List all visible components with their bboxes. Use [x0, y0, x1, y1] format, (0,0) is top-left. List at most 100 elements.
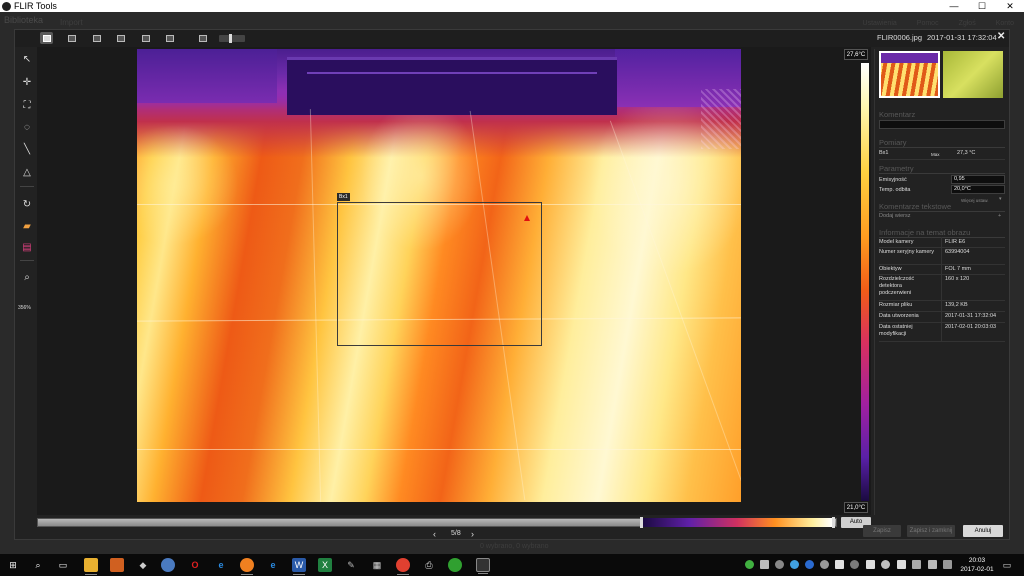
edge-icon[interactable]: e — [266, 558, 280, 572]
app-orange-icon[interactable] — [240, 558, 254, 575]
tray-device-icon[interactable] — [760, 560, 769, 569]
thermal-cabinet-base — [287, 57, 617, 115]
fusion-icon — [198, 34, 207, 42]
info-value-serial: 63994004 — [945, 249, 970, 255]
palette-tool[interactable]: ▰ — [19, 218, 35, 234]
pip-view-icon — [141, 34, 150, 42]
tray-cloud-icon[interactable] — [790, 560, 799, 569]
spot-tool[interactable]: ✛ — [19, 74, 35, 90]
scale-min-value[interactable]: 21,0°C — [844, 502, 868, 513]
maximize-button[interactable]: ☐ — [968, 0, 996, 12]
measurement-box-label: Bx1 — [337, 193, 350, 201]
thermal-thumbnail[interactable] — [879, 51, 940, 98]
view-photo-button[interactable] — [163, 32, 176, 44]
opera-icon[interactable]: O — [188, 558, 202, 572]
tray-status-icon[interactable] — [745, 560, 754, 569]
view-blend-button[interactable] — [114, 32, 127, 44]
color-bars-icon: ▤ — [22, 241, 32, 253]
reflected-temp-input[interactable]: 20,0°C — [951, 185, 1005, 194]
dropbox-icon[interactable]: ◆ — [136, 558, 150, 572]
view-msx-button[interactable] — [90, 32, 103, 44]
tray-keyboard-icon[interactable] — [912, 560, 921, 569]
clock-time: 20:03 — [968, 557, 986, 564]
tool-separator — [20, 186, 34, 187]
view-visual-button[interactable] — [65, 32, 78, 44]
excel-icon[interactable]: X — [318, 558, 332, 572]
task-view-icon[interactable]: ▭ — [56, 558, 70, 572]
app-green-icon[interactable] — [448, 558, 462, 572]
tool-palette: ↖ ✛ ⛶ ◌ ╲ △ ↻ ▰ ▤ ⌕ 356% — [17, 49, 37, 514]
minimize-button[interactable]: — — [940, 0, 968, 12]
zoom-tool[interactable]: ⌕ — [19, 269, 35, 285]
previous-image-button[interactable]: ‹ — [433, 529, 436, 539]
taskbar-clock[interactable]: 20:03 2017-02-01 — [960, 556, 994, 574]
internet-explorer-icon[interactable]: e — [214, 558, 228, 572]
tools-app-icon[interactable]: ✎ — [344, 558, 358, 572]
save-button[interactable]: Zapisz — [863, 525, 901, 537]
visual-view-icon — [67, 34, 76, 42]
fusion-slider-knob[interactable] — [229, 34, 232, 43]
level-span-min-handle[interactable] — [640, 517, 643, 528]
notifications-icon[interactable]: ▭ — [1000, 558, 1014, 572]
printer-icon[interactable]: ⎙ — [422, 558, 436, 572]
next-image-button[interactable]: › — [471, 529, 474, 539]
app-globe-icon[interactable] — [161, 558, 175, 572]
rotate-icon: ↻ — [22, 198, 32, 210]
more-settings-chevron-icon[interactable]: ▾ — [999, 196, 1002, 203]
line-tool[interactable]: ╲ — [19, 141, 35, 157]
windows-start-icon[interactable]: ⊞ — [6, 558, 20, 572]
rotate-tool[interactable]: ↻ — [19, 196, 35, 212]
comment-input[interactable] — [879, 120, 1005, 129]
file-explorer-icon[interactable] — [84, 558, 98, 575]
media-app-icon[interactable] — [110, 558, 124, 572]
view-toolbar: FLIR0006.jpg 2017-01-31 17:32:04 ✕ — [15, 30, 1009, 47]
view-thermal-button[interactable] — [40, 32, 53, 44]
dialog-close-button[interactable]: ✕ — [997, 31, 1005, 42]
visual-thumbnail[interactable] — [943, 51, 1003, 98]
window-close-button[interactable]: ✕ — [996, 0, 1024, 12]
select-tool[interactable]: ↖ — [19, 51, 35, 67]
tray-battery-icon[interactable] — [866, 560, 875, 569]
more-settings-link[interactable]: Więcej ustaw. — [961, 197, 989, 204]
tray-app-icon[interactable] — [775, 560, 784, 569]
emissivity-input[interactable]: 0,95 — [951, 175, 1005, 184]
cancel-button[interactable]: Anuluj — [963, 525, 1003, 537]
level-span-gradient[interactable] — [642, 518, 832, 527]
delta-tool[interactable]: △ — [19, 164, 35, 180]
save-and-close-button[interactable]: Zapisz i zamknij — [907, 525, 955, 537]
circle-tool[interactable]: ◌ — [19, 119, 35, 135]
blend-view-icon — [116, 34, 125, 42]
tray-monitor-icon[interactable] — [835, 560, 844, 569]
info-value-file-size: 139,2 KB — [945, 302, 968, 308]
add-row-label[interactable]: Dodaj wiersz — [879, 213, 910, 220]
fusion-button[interactable] — [196, 32, 209, 44]
emissivity-label: Emisyjność — [879, 177, 907, 183]
add-row-plus-icon[interactable]: + — [998, 213, 1001, 220]
tray-usb-icon[interactable] — [850, 560, 859, 569]
chrome-icon[interactable] — [396, 558, 410, 575]
tray-bluetooth-icon[interactable] — [805, 560, 814, 569]
level-span-max-handle[interactable] — [832, 517, 835, 528]
info-label-modified: Data ostatniej modyfikacji — [879, 324, 913, 337]
parameters-header: Parametry — [879, 164, 914, 173]
image-viewer: Bx1 27,6°C 21,0°C — [37, 47, 871, 515]
tray-network-icon[interactable] — [881, 560, 890, 569]
calculator-icon[interactable]: ▦ — [370, 558, 384, 572]
library-menu-item: Konto — [995, 20, 1014, 27]
tray-misc-icon[interactable] — [820, 560, 829, 569]
search-icon[interactable]: ⌕ — [31, 558, 45, 572]
temperature-scale-bar[interactable] — [861, 63, 869, 501]
tray-language-icon[interactable] — [928, 560, 937, 569]
word-icon[interactable]: W — [292, 558, 306, 575]
measurement-box[interactable] — [337, 202, 542, 346]
box-tool[interactable]: ⛶ — [19, 97, 35, 113]
scale-max-value[interactable]: 27,6°C — [844, 49, 868, 60]
fusion-slider[interactable] — [219, 34, 245, 43]
tray-volume-icon[interactable] — [897, 560, 906, 569]
thermal-image[interactable]: Bx1 — [137, 49, 741, 502]
flir-tools-taskbar-icon[interactable] — [476, 558, 490, 574]
color-distribution-tool[interactable]: ▤ — [19, 239, 35, 255]
view-pip-button[interactable] — [139, 32, 152, 44]
tray-action-icon[interactable] — [943, 560, 952, 569]
library-nav-import: Import — [60, 18, 83, 27]
